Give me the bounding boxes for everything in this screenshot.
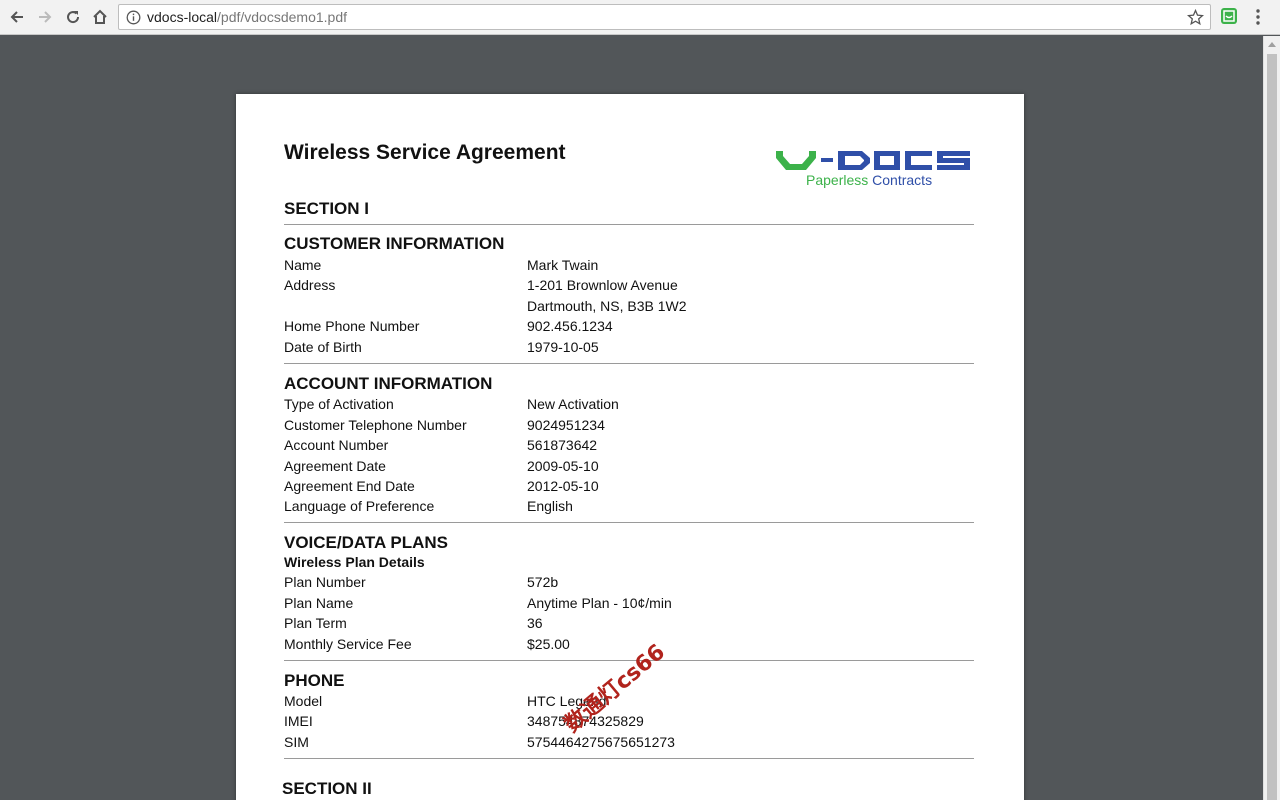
forward-arrow-icon[interactable] [34,6,56,28]
logo-tagline-blue: Contracts [872,172,933,188]
plan-label-fee: Monthly Service Fee [284,636,412,652]
address-bar[interactable]: vdocs-local/pdf/vdocsdemo1.pdf [118,4,1211,30]
account-label-telephone: Customer Telephone Number [284,417,467,433]
customer-info-heading: CUSTOMER INFORMATION [284,234,505,253]
scrollbar[interactable] [1263,36,1280,800]
scroll-up-arrow-icon[interactable] [1264,36,1280,52]
pdf-page: Wireless Service Agreement Paperless Con… [236,94,1024,800]
customer-label-name: Name [284,257,322,273]
browser-toolbar: vdocs-local/pdf/vdocsdemo1.pdf [0,0,1280,35]
customer-value-dob: 1979-10-05 [527,339,599,355]
phone-label-imei: IMEI [284,713,313,729]
phone-value-sim: 5754464275675651273 [527,734,675,750]
customer-value-home-phone: 902.456.1234 [527,318,613,334]
customer-value-address-1: 1-201 Brownlow Avenue [527,277,678,293]
section-1-title: SECTION I [284,199,370,218]
plan-value-term: 36 [527,615,543,631]
account-value-telephone: 9024951234 [527,417,605,433]
url-text[interactable]: vdocs-local/pdf/vdocsdemo1.pdf [147,9,347,25]
bookmark-star-icon[interactable] [1187,9,1204,26]
plans-subheading: Wireless Plan Details [284,554,425,570]
customer-label-address: Address [284,277,336,293]
divider [284,758,974,759]
account-label-activation: Type of Activation [284,396,394,412]
plan-value-number: 572b [527,574,559,590]
document-title: Wireless Service Agreement [284,141,566,164]
account-info-heading: ACCOUNT INFORMATION [284,374,493,393]
account-value-activation: New Activation [527,396,619,412]
plans-heading: VOICE/DATA PLANS [284,533,449,552]
back-arrow-icon[interactable] [6,6,28,28]
account-value-end-date: 2012-05-10 [527,478,599,494]
url-path: /pdf/vdocsdemo1.pdf [217,9,348,25]
customer-label-dob: Date of Birth [284,339,362,355]
plan-label-number: Plan Number [284,574,366,590]
account-label-end-date: Agreement End Date [284,478,415,494]
plan-label-term: Plan Term [284,615,347,631]
customer-label-home-phone: Home Phone Number [284,318,420,334]
account-label-number: Account Number [284,437,389,453]
plan-value-fee: $25.00 [527,636,570,652]
account-label-language: Language of Preference [284,498,435,514]
account-value-number: 561873642 [527,437,598,453]
phone-label-sim: SIM [284,734,309,750]
customer-value-address-2: Dartmouth, NS, B3B 1W2 [527,298,687,314]
menu-kebab-icon[interactable] [1250,8,1266,26]
info-icon[interactable] [126,10,141,25]
divider [284,363,974,364]
account-label-agreement-date: Agreement Date [284,458,386,474]
divider [284,224,974,225]
extension-icon[interactable] [1221,8,1237,24]
plan-label-name: Plan Name [284,595,354,611]
customer-value-name: Mark Twain [527,257,599,273]
account-value-agreement-date: 2009-05-10 [527,458,599,474]
section-2-title: SECTION II [282,779,372,798]
phone-heading: PHONE [284,671,345,690]
url-host: vdocs-local [147,9,218,25]
logo-tagline: Paperless Contracts [806,172,932,188]
scroll-thumb[interactable] [1267,54,1277,800]
phone-label-model: Model [284,693,323,709]
reload-icon[interactable] [62,6,84,28]
logo-tagline-green: Paperless [806,172,869,188]
home-icon[interactable] [89,6,111,28]
divider [284,522,974,523]
account-value-language: English [527,498,573,514]
plan-value-name: Anytime Plan - 10¢/min [527,595,672,611]
